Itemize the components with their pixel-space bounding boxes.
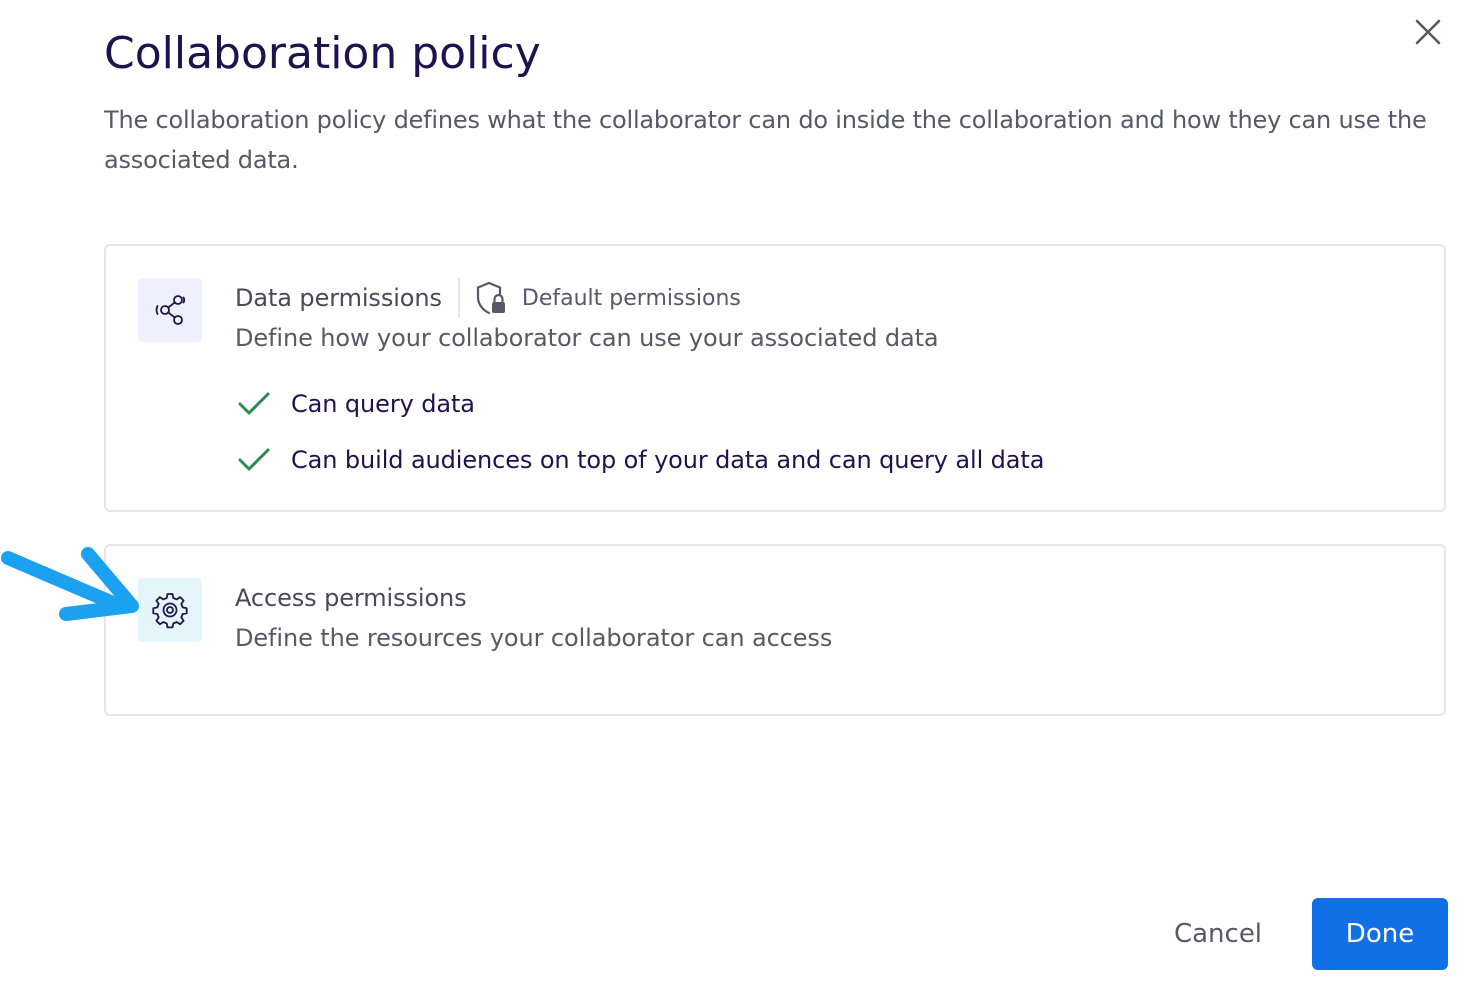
data-permissions-title: Data permissions	[235, 284, 442, 312]
access-permissions-card[interactable]: Access permissions Define the resources …	[104, 544, 1446, 716]
data-permissions-card: Data permissions Default permissions Def…	[104, 244, 1446, 512]
cancel-button[interactable]: Cancel	[1150, 898, 1286, 970]
close-icon	[1415, 19, 1441, 45]
annotation-arrow-icon	[1, 547, 139, 621]
access-permissions-title: Access permissions	[235, 584, 467, 612]
shield-lock-icon	[476, 281, 505, 315]
data-permissions-icon-tile	[138, 278, 202, 342]
default-permissions-badge: Default permissions	[474, 280, 741, 316]
data-permissions-description: Define how your collaborator can use you…	[235, 324, 939, 352]
close-button[interactable]	[1406, 10, 1450, 54]
permission-list: Can query data Can build audiences on to…	[235, 376, 1044, 488]
access-permissions-header: Access permissions	[235, 576, 467, 620]
permission-item: Can build audiences on top of your data …	[235, 432, 1044, 488]
permission-label: Can query data	[291, 390, 475, 418]
default-permissions-label: Default permissions	[521, 285, 741, 311]
data-permissions-header: Data permissions Default permissions	[235, 276, 741, 320]
dialog-subtitle: The collaboration policy defines what th…	[104, 106, 1427, 174]
check-icon	[237, 391, 277, 417]
dialog-title: Collaboration policy	[104, 28, 541, 79]
permission-item: Can query data	[235, 376, 1044, 432]
header-divider	[457, 278, 460, 318]
gear-icon	[152, 593, 188, 629]
permission-label: Can build audiences on top of your data …	[291, 446, 1045, 474]
share-nodes-icon	[155, 295, 186, 325]
check-icon	[237, 447, 277, 473]
access-permissions-description: Define the resources your collaborator c…	[235, 624, 833, 652]
done-button[interactable]: Done	[1312, 898, 1448, 970]
